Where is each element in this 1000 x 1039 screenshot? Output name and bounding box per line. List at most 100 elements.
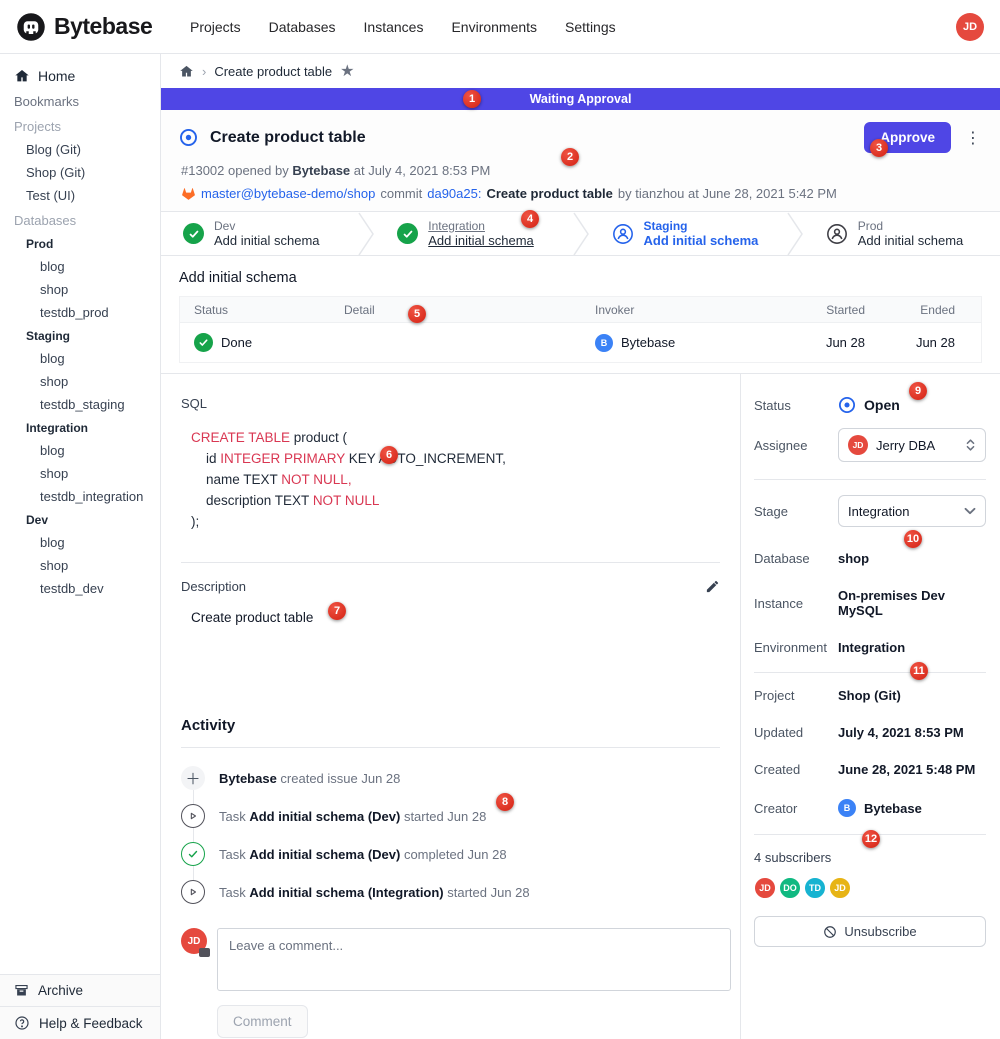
annotation-badge-5: 5 [408, 305, 426, 323]
sidebar-item-bookmarks[interactable]: Bookmarks [0, 90, 160, 113]
instance-label: Instance [754, 596, 838, 611]
sidebar-db-staging-blog[interactable]: blog [0, 347, 160, 370]
task-started: Jun 28 [781, 335, 891, 350]
sidebar-project-blog[interactable]: Blog (Git) [0, 138, 160, 161]
annotation-badge-11: 11 [910, 662, 928, 680]
sql-label: SQL [181, 396, 720, 411]
user-avatar[interactable]: JD [956, 13, 984, 41]
created-value: June 28, 2021 5:48 PM [838, 762, 975, 777]
stage-value: Integration [848, 504, 956, 519]
sidebar-db-integration-blog[interactable]: blog [0, 439, 160, 462]
annotation-badge-4: 4 [521, 210, 539, 228]
updown-chevron-icon [965, 438, 976, 452]
subscriber-avatar[interactable]: JD [754, 877, 776, 899]
subscriber-avatar[interactable]: DO [779, 877, 801, 899]
breadcrumb-home-icon[interactable] [179, 64, 194, 79]
activity-item: Task Add initial schema (Dev) completed … [181, 842, 720, 880]
assignee-avatar: JD [848, 435, 868, 455]
sidebar-db-staging-testdb[interactable]: testdb_staging [0, 393, 160, 416]
brand-name: Bytebase [54, 13, 152, 40]
comment-input[interactable] [217, 928, 731, 991]
instance-value[interactable]: On-premises Dev MySQL [838, 588, 986, 618]
nav-instances[interactable]: Instances [364, 19, 424, 35]
sidebar-db-staging-shop[interactable]: shop [0, 370, 160, 393]
sidebar-item-help[interactable]: Help & Feedback [0, 1006, 160, 1039]
task-completed-icon [181, 842, 205, 866]
stage-integration[interactable]: Integration Add initial schema [375, 212, 571, 255]
stage-dev[interactable]: Dev Add initial schema [161, 212, 357, 255]
chevron-down-icon [964, 507, 976, 515]
commit-hash-link[interactable]: da90a25: [427, 186, 481, 201]
issue-commit-line: master@bytebase-demo/shop commit da90a25… [181, 186, 982, 201]
nav-settings[interactable]: Settings [565, 19, 616, 35]
subscribers-list: JD DO TD JD [754, 877, 986, 899]
sidebar-db-dev-blog[interactable]: blog [0, 531, 160, 554]
issue-body: SQL CREATE TABLE product ( id INTEGER PR… [161, 374, 740, 1039]
sidebar-env-staging: Staging [0, 324, 160, 347]
task-status: Done [221, 335, 252, 350]
breadcrumb-separator: › [202, 64, 206, 79]
breadcrumb-title[interactable]: Create product table [214, 64, 332, 79]
database-value[interactable]: shop [838, 551, 869, 566]
approval-banner: Waiting Approval [161, 88, 1000, 110]
sidebar-project-shop[interactable]: Shop (Git) [0, 161, 160, 184]
stage-select[interactable]: Integration [838, 495, 986, 527]
assignee-select[interactable]: JD Jerry DBA [838, 428, 986, 462]
edit-description-icon[interactable] [705, 579, 720, 594]
description-content: Create product table [191, 610, 720, 625]
nav-databases[interactable]: Databases [269, 19, 336, 35]
sidebar-db-dev-testdb[interactable]: testdb_dev [0, 577, 160, 600]
issue-title: Create product table [210, 129, 366, 147]
sidebar-db-prod-blog[interactable]: blog [0, 255, 160, 278]
unsubscribe-button[interactable]: Unsubscribe [754, 916, 986, 947]
stage-staging[interactable]: Staging Add initial schema [590, 212, 786, 255]
task-started-icon [181, 804, 205, 828]
task-table: Status Detail Invoker Started Ended Done [179, 296, 982, 363]
annotation-badge-10: 10 [904, 530, 922, 548]
stage-prod[interactable]: Prod Add initial schema [804, 212, 1000, 255]
detail-sidebar: Status Open Assignee JD Jerry DBA [740, 374, 1000, 1039]
issue-meta: #13002 opened by Bytebase at July 4, 202… [181, 163, 982, 178]
activity-heading: Activity [181, 717, 720, 748]
annotation-badge-9: 9 [909, 382, 927, 400]
sidebar-env-integration: Integration [0, 416, 160, 439]
sidebar-db-prod-shop[interactable]: shop [0, 278, 160, 301]
comment-button[interactable]: Comment [217, 1005, 308, 1038]
activity-item: ＋ Bytebase created issue Jun 28 [181, 766, 720, 804]
chat-bubble-icon [199, 948, 210, 957]
sidebar-db-dev-shop[interactable]: shop [0, 554, 160, 577]
annotation-badge-2: 2 [561, 148, 579, 166]
subscriber-avatar[interactable]: TD [804, 877, 826, 899]
sidebar-item-home[interactable]: Home [0, 62, 160, 90]
sidebar-item-archive[interactable]: Archive [0, 974, 160, 1006]
updated-label: Updated [754, 725, 838, 740]
environment-value[interactable]: Integration [838, 640, 905, 655]
environment-label: Environment [754, 640, 838, 655]
status-done-icon [194, 333, 213, 352]
sidebar-db-integration-shop[interactable]: shop [0, 462, 160, 485]
bookmark-star-icon[interactable]: ★ [340, 61, 354, 81]
archive-icon [14, 983, 29, 998]
project-value[interactable]: Shop (Git) [838, 688, 901, 703]
nav-links: Projects Databases Instances Environment… [190, 19, 616, 35]
bytebase-logo-icon [16, 12, 46, 42]
subscriber-avatar[interactable]: JD [829, 877, 851, 899]
nav-projects[interactable]: Projects [190, 19, 241, 35]
gitlab-icon [181, 187, 196, 201]
annotation-badge-6: 6 [380, 446, 398, 464]
creator-avatar: B [838, 799, 856, 817]
task-table-header: Status Detail Invoker Started Ended [180, 297, 981, 322]
commit-branch-link[interactable]: master@bytebase-demo/shop [201, 186, 375, 201]
sidebar-db-integration-testdb[interactable]: testdb_integration [0, 485, 160, 508]
sidebar-header-projects: Projects [0, 113, 160, 138]
brand[interactable]: Bytebase [16, 12, 176, 42]
help-icon [14, 1015, 30, 1031]
nav-environments[interactable]: Environments [451, 19, 537, 35]
sidebar-project-test[interactable]: Test (UI) [0, 184, 160, 207]
task-table-row[interactable]: Done B Bytebase Jun 28 Jun 28 [180, 322, 981, 362]
invoker-avatar: B [595, 334, 613, 352]
kebab-menu-icon[interactable]: ⋮ [965, 128, 982, 148]
activity-feed: ＋ Bytebase created issue Jun 28 Task Add… [181, 766, 720, 918]
sidebar-db-prod-testdb[interactable]: testdb_prod [0, 301, 160, 324]
creator-label: Creator [754, 801, 838, 816]
